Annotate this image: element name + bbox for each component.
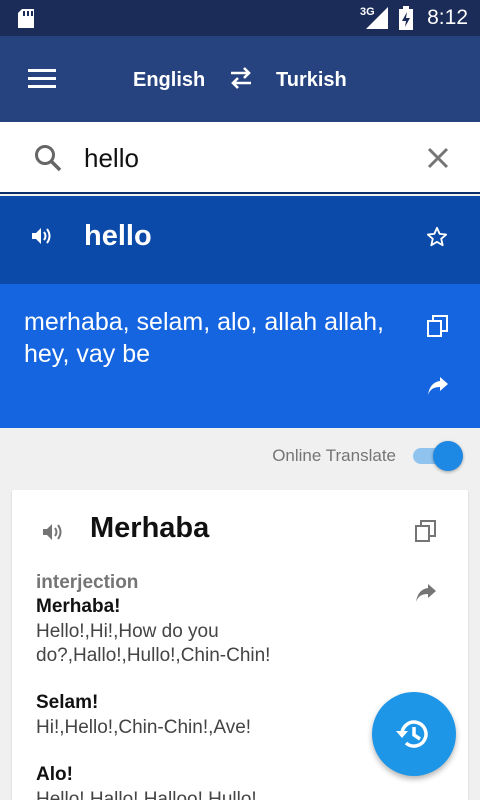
translation-text: merhaba, selam, alo, allah allah, hey, v… [24,308,384,368]
status-bar: 3G 8:12 [0,0,480,36]
entry-definition: Hi!,Hello!,Chin-Chin!,Ave! [36,717,252,738]
entry-definition: Hello!,Hallo!,Halloo!,Hullo! [36,789,257,800]
source-language-button[interactable]: English [133,69,205,92]
history-button[interactable] [372,692,456,776]
history-icon [396,720,428,748]
search-bar [0,122,480,194]
entry-term: Alo! [36,764,73,785]
speaker-icon[interactable] [42,522,64,542]
part-of-speech: interjection [36,572,139,593]
result-word: hello [84,220,152,252]
clock: 8:12 [427,6,468,29]
card-headword: Merhaba [90,512,210,544]
copy-icon[interactable] [415,520,437,542]
share-icon[interactable] [415,583,437,603]
signal-icon [366,7,388,29]
speaker-icon[interactable] [31,226,53,246]
entry-term: Merhaba! [36,596,121,617]
sd-card-icon [18,9,34,28]
online-translate-row: Online Translate [0,428,480,484]
entry-definition: Hello!,Hi!,How do you do?,Hallo!,Hullo!,… [36,621,271,666]
close-icon[interactable] [426,146,450,170]
translation-panel: merhaba, selam, alo, allah allah, hey, v… [0,284,480,428]
online-translate-label: Online Translate [272,446,396,465]
search-icon [35,145,62,172]
target-language-button[interactable]: Turkish [276,69,347,92]
battery-icon [399,6,413,30]
app-bar: English Turkish [0,36,480,122]
star-icon[interactable] [426,226,448,248]
entry-term: Selam! [36,692,99,713]
menu-icon[interactable] [28,69,56,89]
result-header: hello [0,196,480,284]
share-icon[interactable] [427,376,449,396]
online-translate-toggle[interactable] [411,441,465,471]
search-input[interactable] [84,138,404,178]
swap-arrows-icon[interactable] [229,67,253,89]
copy-icon[interactable] [427,315,449,337]
